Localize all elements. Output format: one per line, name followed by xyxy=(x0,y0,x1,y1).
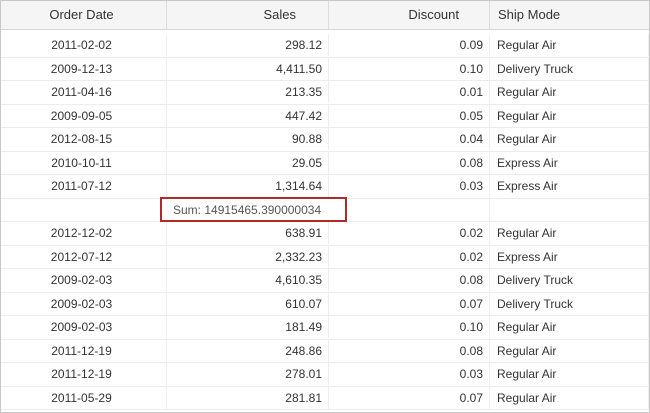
sales-cell[interactable]: 2,332.23 xyxy=(167,245,329,268)
sales-cell[interactable]: 29.05 xyxy=(167,151,329,174)
table-row[interactable]: 2012-08-15 90.88 0.04 Regular Air xyxy=(1,128,649,152)
discount-cell[interactable]: 0.02 xyxy=(329,245,490,268)
ship-mode-cell[interactable]: Regular Air xyxy=(490,386,649,409)
discount-cell[interactable]: 0.08 xyxy=(329,269,490,291)
discount-cell[interactable]: 0.09 xyxy=(329,34,490,56)
table-row[interactable]: 2011-05-29 281.81 0.07 Regular Air xyxy=(1,386,649,410)
discount-cell[interactable]: 0.02 xyxy=(329,222,490,244)
order-date-cell[interactable]: 2010-10-11 xyxy=(1,151,167,174)
order-date-cell[interactable]: 2011-05-29 xyxy=(1,386,167,409)
sales-cell[interactable]: 90.88 xyxy=(167,128,329,150)
order-date-cell[interactable]: 2009-02-03 xyxy=(1,292,167,315)
table-row[interactable]: 2012-07-12 2,332.23 0.02 Express Air xyxy=(1,245,649,269)
sales-cell[interactable]: 278.01 xyxy=(167,363,329,385)
discount-cell[interactable]: 0.08 xyxy=(329,339,490,362)
table-row[interactable]: 2009-02-03 4,610.35 0.08 Delivery Truck xyxy=(1,269,649,293)
table-row[interactable]: 2012-12-02 638.91 0.02 Regular Air xyxy=(1,222,649,246)
sales-cell[interactable]: 1,314.64 xyxy=(167,175,329,197)
discount-cell[interactable]: 0.10 xyxy=(329,316,490,338)
ship-mode-cell[interactable]: Regular Air xyxy=(490,339,649,362)
ship-mode-cell[interactable]: Delivery Truck xyxy=(490,292,649,315)
discount-cell[interactable]: 0.03 xyxy=(329,363,490,385)
discount-cell[interactable]: 0.05 xyxy=(329,104,490,127)
discount-cell[interactable]: 0.10 xyxy=(329,57,490,80)
summary-row: Sum: 14915465.390000034 xyxy=(1,196,649,222)
table-row[interactable]: 2011-07-12 1,314.64 0.03 Express Air xyxy=(1,175,649,199)
order-date-cell[interactable]: 2012-12-02 xyxy=(1,222,167,244)
grid-body: 2011-02-02 298.12 0.09 Regular Air 2009-12-1… xyxy=(1,34,649,410)
ship-mode-cell[interactable]: Delivery Truck xyxy=(490,57,649,80)
discount-cell[interactable]: 0.01 xyxy=(329,81,490,103)
table-row[interactable]: 2009-09-05 447.42 0.05 Regular Air xyxy=(1,104,649,128)
table-row[interactable]: 2009-02-03 181.49 0.10 Regular Air xyxy=(1,316,649,340)
ship-mode-cell[interactable]: Regular Air xyxy=(490,128,649,150)
column-header-discount[interactable]: Discount xyxy=(329,1,490,29)
ship-mode-cell[interactable]: Delivery Truck xyxy=(490,269,649,291)
sales-cell[interactable]: 181.49 xyxy=(167,316,329,338)
order-date-cell[interactable]: 2009-12-13 xyxy=(1,57,167,80)
order-date-cell[interactable]: 2009-09-05 xyxy=(1,104,167,127)
summary-empty-cell xyxy=(329,198,490,221)
ship-mode-cell[interactable]: Regular Air xyxy=(490,104,649,127)
order-date-cell[interactable]: 2011-04-16 xyxy=(1,81,167,103)
column-header-ship-mode[interactable]: Ship Mode xyxy=(490,1,649,29)
table-row[interactable]: 2011-12-19 248.86 0.08 Regular Air xyxy=(1,339,649,363)
table-row[interactable]: 2011-04-16 213.35 0.01 Regular Air xyxy=(1,81,649,105)
table-row[interactable]: 2011-02-02 298.12 0.09 Regular Air xyxy=(1,34,649,58)
table-row[interactable]: 2011-12-19 278.01 0.03 Regular Air xyxy=(1,363,649,387)
data-grid: Order Date Sales Discount Ship Mode 2011… xyxy=(0,0,650,413)
sales-cell[interactable]: 213.35 xyxy=(167,81,329,103)
column-header-order-date[interactable]: Order Date xyxy=(1,1,167,29)
sales-cell[interactable]: 447.42 xyxy=(167,104,329,127)
sales-cell[interactable]: 4,411.50 xyxy=(167,57,329,80)
order-date-cell[interactable]: 2011-07-12 xyxy=(1,175,167,197)
sales-cell[interactable]: 638.91 xyxy=(167,222,329,244)
order-date-cell[interactable]: 2009-02-03 xyxy=(1,316,167,338)
summary-empty-cell xyxy=(1,198,167,221)
discount-cell[interactable]: 0.03 xyxy=(329,175,490,197)
order-date-cell[interactable]: 2011-12-19 xyxy=(1,339,167,362)
ship-mode-cell[interactable]: Regular Air xyxy=(490,316,649,338)
ship-mode-cell[interactable]: Regular Air xyxy=(490,81,649,103)
order-date-cell[interactable]: 2011-12-19 xyxy=(1,363,167,385)
column-header-sales[interactable]: Sales xyxy=(167,1,329,29)
discount-cell[interactable]: 0.07 xyxy=(329,386,490,409)
table-row[interactable]: 2009-12-13 4,411.50 0.10 Delivery Truck xyxy=(1,57,649,81)
sales-cell[interactable]: 4,610.35 xyxy=(167,269,329,291)
table-row[interactable]: 2010-10-11 29.05 0.08 Express Air xyxy=(1,151,649,175)
sales-cell[interactable]: 610.07 xyxy=(167,292,329,315)
ship-mode-cell[interactable]: Express Air xyxy=(490,175,649,197)
sales-sum-highlight: Sum: 14915465.390000034 xyxy=(160,196,347,222)
ship-mode-cell[interactable]: Regular Air xyxy=(490,222,649,244)
order-date-cell[interactable]: 2009-02-03 xyxy=(1,269,167,291)
discount-cell[interactable]: 0.08 xyxy=(329,151,490,174)
discount-cell[interactable]: 0.07 xyxy=(329,292,490,315)
table-row[interactable]: 2009-02-03 610.07 0.07 Delivery Truck xyxy=(1,292,649,316)
order-date-cell[interactable]: 2012-07-12 xyxy=(1,245,167,268)
grid-header: Order Date Sales Discount Ship Mode xyxy=(1,1,649,30)
ship-mode-cell[interactable]: Regular Air xyxy=(490,34,649,56)
ship-mode-cell[interactable]: Express Air xyxy=(490,245,649,268)
sales-cell[interactable]: 298.12 xyxy=(167,34,329,56)
order-date-cell[interactable]: 2012-08-15 xyxy=(1,128,167,150)
sales-cell[interactable]: 281.81 xyxy=(167,386,329,409)
ship-mode-cell[interactable]: Regular Air xyxy=(490,363,649,385)
discount-cell[interactable]: 0.04 xyxy=(329,128,490,150)
sales-cell[interactable]: 248.86 xyxy=(167,339,329,362)
summary-empty-cell xyxy=(490,198,649,221)
ship-mode-cell[interactable]: Express Air xyxy=(490,151,649,174)
order-date-cell[interactable]: 2011-02-02 xyxy=(1,34,167,56)
